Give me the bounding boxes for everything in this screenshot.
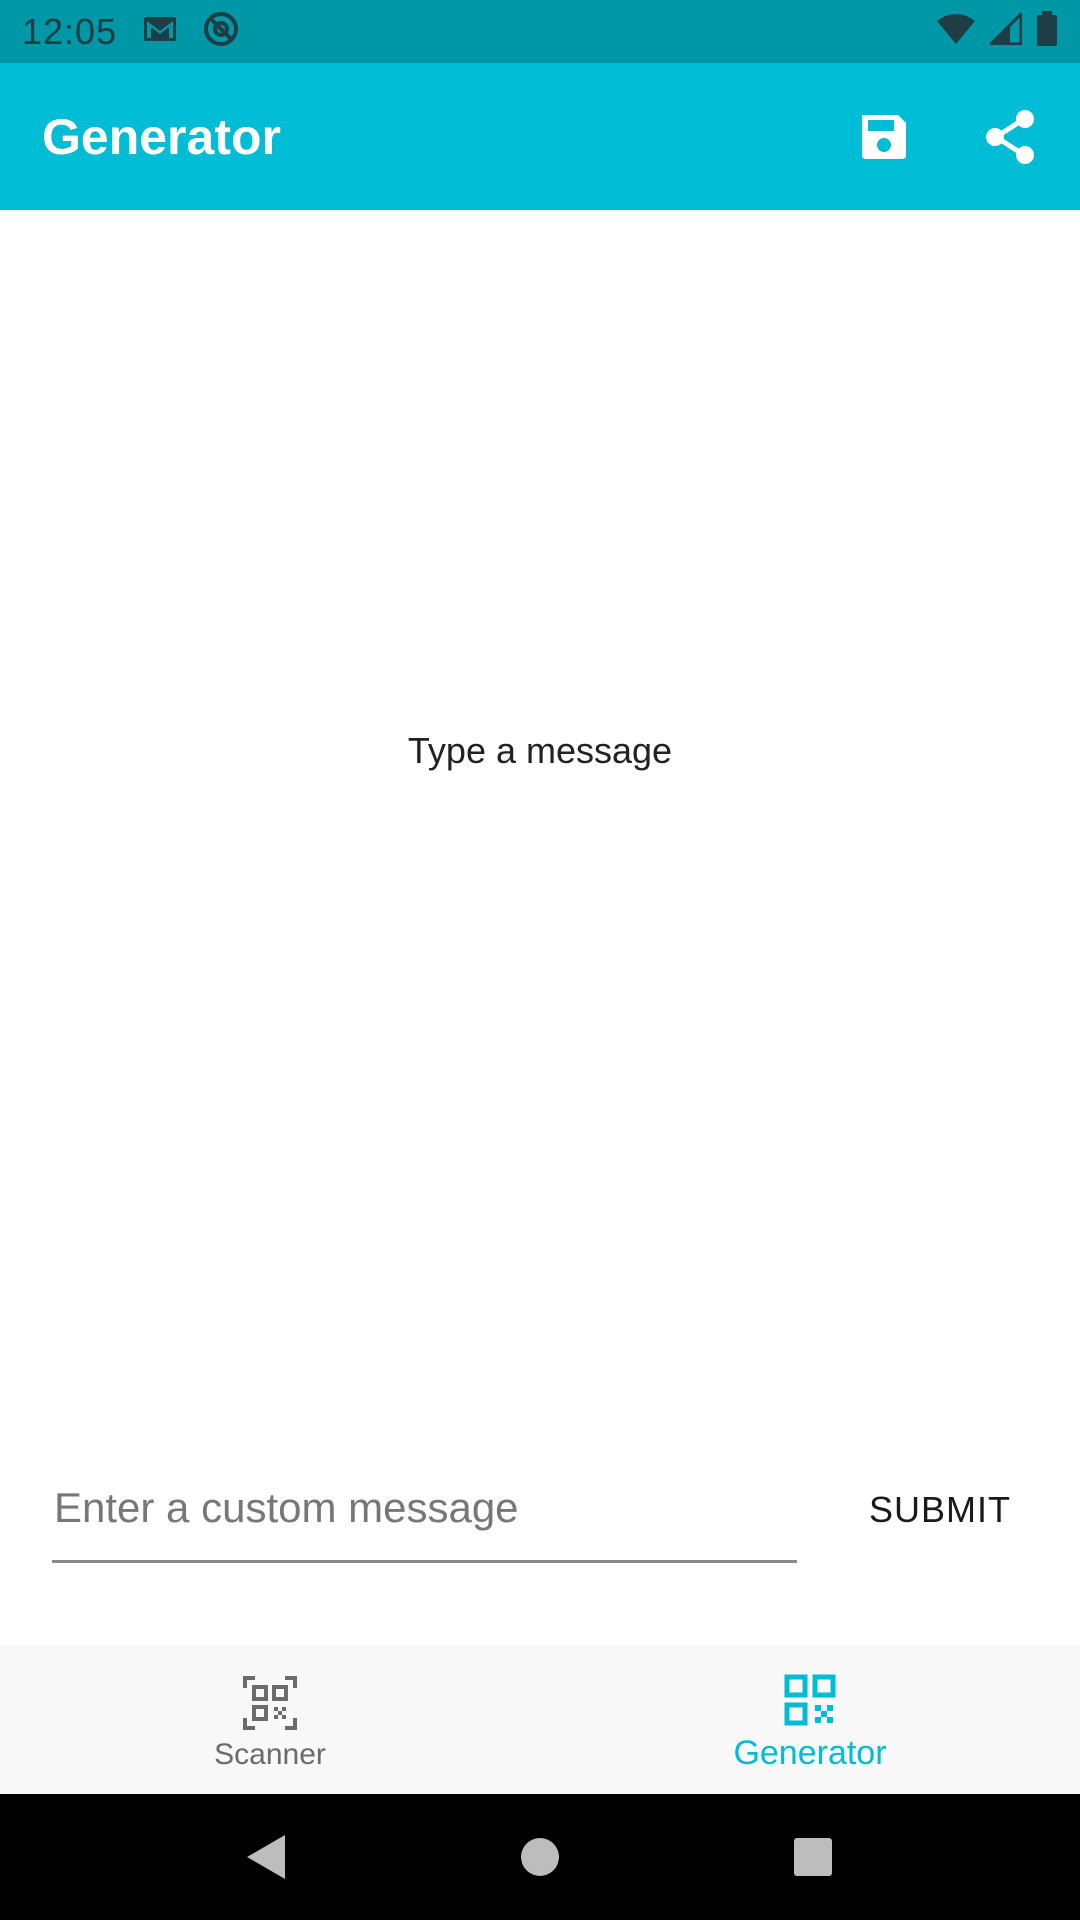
main-content: Type a message: [0, 210, 1080, 1645]
qr-code-icon: [784, 1674, 836, 1726]
qr-placeholder-text: Type a message: [407, 730, 673, 771]
submit-button[interactable]: SUBMIT: [852, 1475, 1028, 1545]
system-nav-bar: [0, 1794, 1080, 1920]
status-bar: 12:05: [0, 0, 1080, 63]
app-actions: [856, 109, 1038, 165]
custom-message-input[interactable]: [52, 1455, 797, 1563]
nav-item-scanner[interactable]: Scanner: [0, 1645, 540, 1794]
recents-button[interactable]: [773, 1817, 853, 1897]
save-button[interactable]: [856, 109, 912, 165]
gmail-icon: [143, 16, 177, 47]
status-left: 12:05: [22, 11, 239, 53]
wifi-icon: [936, 13, 976, 50]
at-sign-icon: [203, 11, 239, 52]
back-icon: [246, 1835, 285, 1879]
nav-item-generator[interactable]: Generator: [540, 1645, 1080, 1794]
nav-label-generator: Generator: [733, 1734, 887, 1772]
qr-scanner-icon: [243, 1675, 297, 1730]
message-input-row: SUBMIT: [52, 1455, 1028, 1565]
signal-icon: [987, 10, 1023, 50]
battery-icon: [1036, 11, 1058, 52]
save-icon: [862, 114, 906, 159]
share-button[interactable]: [982, 109, 1038, 165]
home-icon: [520, 1838, 559, 1876]
share-icon: [986, 109, 1034, 164]
app-bar: Generator: [0, 63, 1080, 210]
status-time: 12:05: [22, 10, 118, 52]
status-right: [936, 10, 1058, 52]
page-title: Generator: [42, 108, 281, 165]
back-button[interactable]: [227, 1817, 307, 1897]
bottom-nav: Scanner Generator: [0, 1645, 1080, 1794]
nav-label-scanner: Scanner: [214, 1737, 326, 1771]
home-button[interactable]: [500, 1817, 580, 1897]
recents-icon: [794, 1838, 833, 1876]
